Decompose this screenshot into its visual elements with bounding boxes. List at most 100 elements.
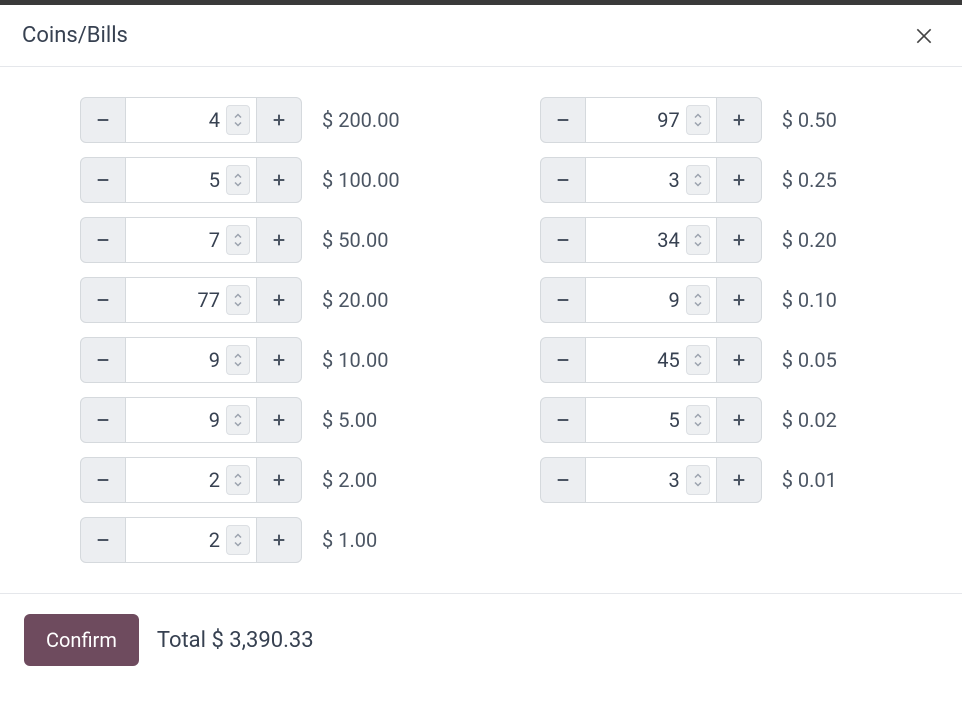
quantity-input-wrap bbox=[126, 277, 256, 323]
increment-button[interactable] bbox=[256, 277, 302, 323]
decrement-button[interactable] bbox=[540, 457, 586, 503]
denomination-label: $ 200.00 bbox=[322, 108, 400, 132]
total-label: Total bbox=[157, 628, 206, 653]
decrement-button[interactable] bbox=[80, 457, 126, 503]
quantity-stepper bbox=[540, 337, 762, 383]
denomination-label: $ 1.00 bbox=[322, 528, 377, 552]
quantity-stepper bbox=[540, 157, 762, 203]
denomination-label: $ 0.01 bbox=[782, 468, 837, 492]
quantity-input-wrap bbox=[586, 157, 716, 203]
increment-button[interactable] bbox=[716, 217, 762, 263]
quantity-input-wrap bbox=[586, 457, 716, 503]
spinner-buttons[interactable] bbox=[226, 105, 250, 135]
spinner-buttons[interactable] bbox=[686, 225, 710, 255]
decrement-button[interactable] bbox=[540, 397, 586, 443]
quantity-stepper bbox=[540, 97, 762, 143]
increment-button[interactable] bbox=[716, 277, 762, 323]
denomination-label: $ 2.00 bbox=[322, 468, 377, 492]
total-value: $ 3,390.33 bbox=[211, 628, 313, 653]
increment-button[interactable] bbox=[256, 517, 302, 563]
decrement-button[interactable] bbox=[80, 397, 126, 443]
quantity-stepper bbox=[540, 397, 762, 443]
spinner-buttons[interactable] bbox=[226, 525, 250, 555]
spinner-buttons[interactable] bbox=[226, 345, 250, 375]
denomination-row: $ 0.05 bbox=[540, 337, 837, 383]
denomination-label: $ 100.00 bbox=[322, 168, 400, 192]
denomination-row: $ 1.00 bbox=[80, 517, 400, 563]
increment-button[interactable] bbox=[256, 457, 302, 503]
spinner-buttons[interactable] bbox=[226, 405, 250, 435]
denomination-label: $ 0.25 bbox=[782, 168, 837, 192]
denomination-row: $ 5.00 bbox=[80, 397, 400, 443]
close-icon[interactable] bbox=[912, 24, 936, 48]
decrement-button[interactable] bbox=[80, 337, 126, 383]
denomination-row: $ 0.01 bbox=[540, 457, 837, 503]
quantity-input-wrap bbox=[586, 97, 716, 143]
quantity-stepper bbox=[540, 457, 762, 503]
decrement-button[interactable] bbox=[80, 97, 126, 143]
increment-button[interactable] bbox=[716, 457, 762, 503]
spinner-buttons[interactable] bbox=[686, 345, 710, 375]
spinner-buttons[interactable] bbox=[226, 285, 250, 315]
decrement-button[interactable] bbox=[80, 217, 126, 263]
increment-button[interactable] bbox=[716, 337, 762, 383]
quantity-stepper bbox=[80, 517, 302, 563]
quantity-input-wrap bbox=[126, 457, 256, 503]
bills-column: $ 200.00 $ 100.00 $ 50.00 $ 20.00 $ 10.00 $ 5… bbox=[80, 97, 400, 563]
decrement-button[interactable] bbox=[540, 217, 586, 263]
decrement-button[interactable] bbox=[80, 517, 126, 563]
spinner-buttons[interactable] bbox=[226, 465, 250, 495]
denomination-row: $ 10.00 bbox=[80, 337, 400, 383]
spinner-buttons[interactable] bbox=[226, 165, 250, 195]
denomination-label: $ 0.02 bbox=[782, 408, 837, 432]
decrement-button[interactable] bbox=[80, 277, 126, 323]
quantity-input-wrap bbox=[586, 277, 716, 323]
quantity-input-wrap bbox=[126, 397, 256, 443]
increment-button[interactable] bbox=[256, 397, 302, 443]
decrement-button[interactable] bbox=[540, 157, 586, 203]
coins-column: $ 0.50$ 0.25$ 0.20$ 0.10$ 0.05$ 0.02$ 0.… bbox=[540, 97, 837, 563]
quantity-stepper bbox=[540, 217, 762, 263]
increment-button[interactable] bbox=[256, 217, 302, 263]
decrement-button[interactable] bbox=[540, 97, 586, 143]
dialog-header: Coins/Bills bbox=[0, 5, 962, 67]
denomination-label: $ 10.00 bbox=[322, 348, 388, 372]
spinner-buttons[interactable] bbox=[686, 405, 710, 435]
denomination-row: $ 20.00 bbox=[80, 277, 400, 323]
quantity-stepper bbox=[80, 157, 302, 203]
decrement-button[interactable] bbox=[80, 157, 126, 203]
coins-bills-dialog: Coins/Bills $ 200.00 $ 100.00 $ 50.00 $ 20.… bbox=[0, 5, 962, 686]
quantity-input-wrap bbox=[586, 217, 716, 263]
spinner-buttons[interactable] bbox=[686, 165, 710, 195]
quantity-input-wrap bbox=[126, 517, 256, 563]
spinner-buttons[interactable] bbox=[686, 285, 710, 315]
dialog-body: $ 200.00 $ 100.00 $ 50.00 $ 20.00 $ 10.00 $ 5… bbox=[0, 67, 962, 593]
denomination-label: $ 0.05 bbox=[782, 348, 837, 372]
denomination-label: $ 0.50 bbox=[782, 108, 837, 132]
quantity-input-wrap bbox=[126, 157, 256, 203]
denomination-row: $ 0.20 bbox=[540, 217, 837, 263]
quantity-input-wrap bbox=[586, 337, 716, 383]
quantity-stepper bbox=[80, 337, 302, 383]
increment-button[interactable] bbox=[716, 97, 762, 143]
dialog-title: Coins/Bills bbox=[22, 23, 128, 48]
quantity-stepper bbox=[540, 277, 762, 323]
spinner-buttons[interactable] bbox=[686, 465, 710, 495]
denomination-row: $ 100.00 bbox=[80, 157, 400, 203]
quantity-stepper bbox=[80, 277, 302, 323]
increment-button[interactable] bbox=[716, 157, 762, 203]
denomination-label: $ 0.20 bbox=[782, 228, 837, 252]
quantity-input-wrap bbox=[586, 397, 716, 443]
denomination-row: $ 50.00 bbox=[80, 217, 400, 263]
spinner-buttons[interactable] bbox=[226, 225, 250, 255]
quantity-stepper bbox=[80, 457, 302, 503]
confirm-button[interactable]: Confirm bbox=[24, 614, 139, 666]
spinner-buttons[interactable] bbox=[686, 105, 710, 135]
increment-button[interactable] bbox=[256, 97, 302, 143]
increment-button[interactable] bbox=[716, 397, 762, 443]
decrement-button[interactable] bbox=[540, 337, 586, 383]
increment-button[interactable] bbox=[256, 337, 302, 383]
decrement-button[interactable] bbox=[540, 277, 586, 323]
increment-button[interactable] bbox=[256, 157, 302, 203]
quantity-input-wrap bbox=[126, 217, 256, 263]
